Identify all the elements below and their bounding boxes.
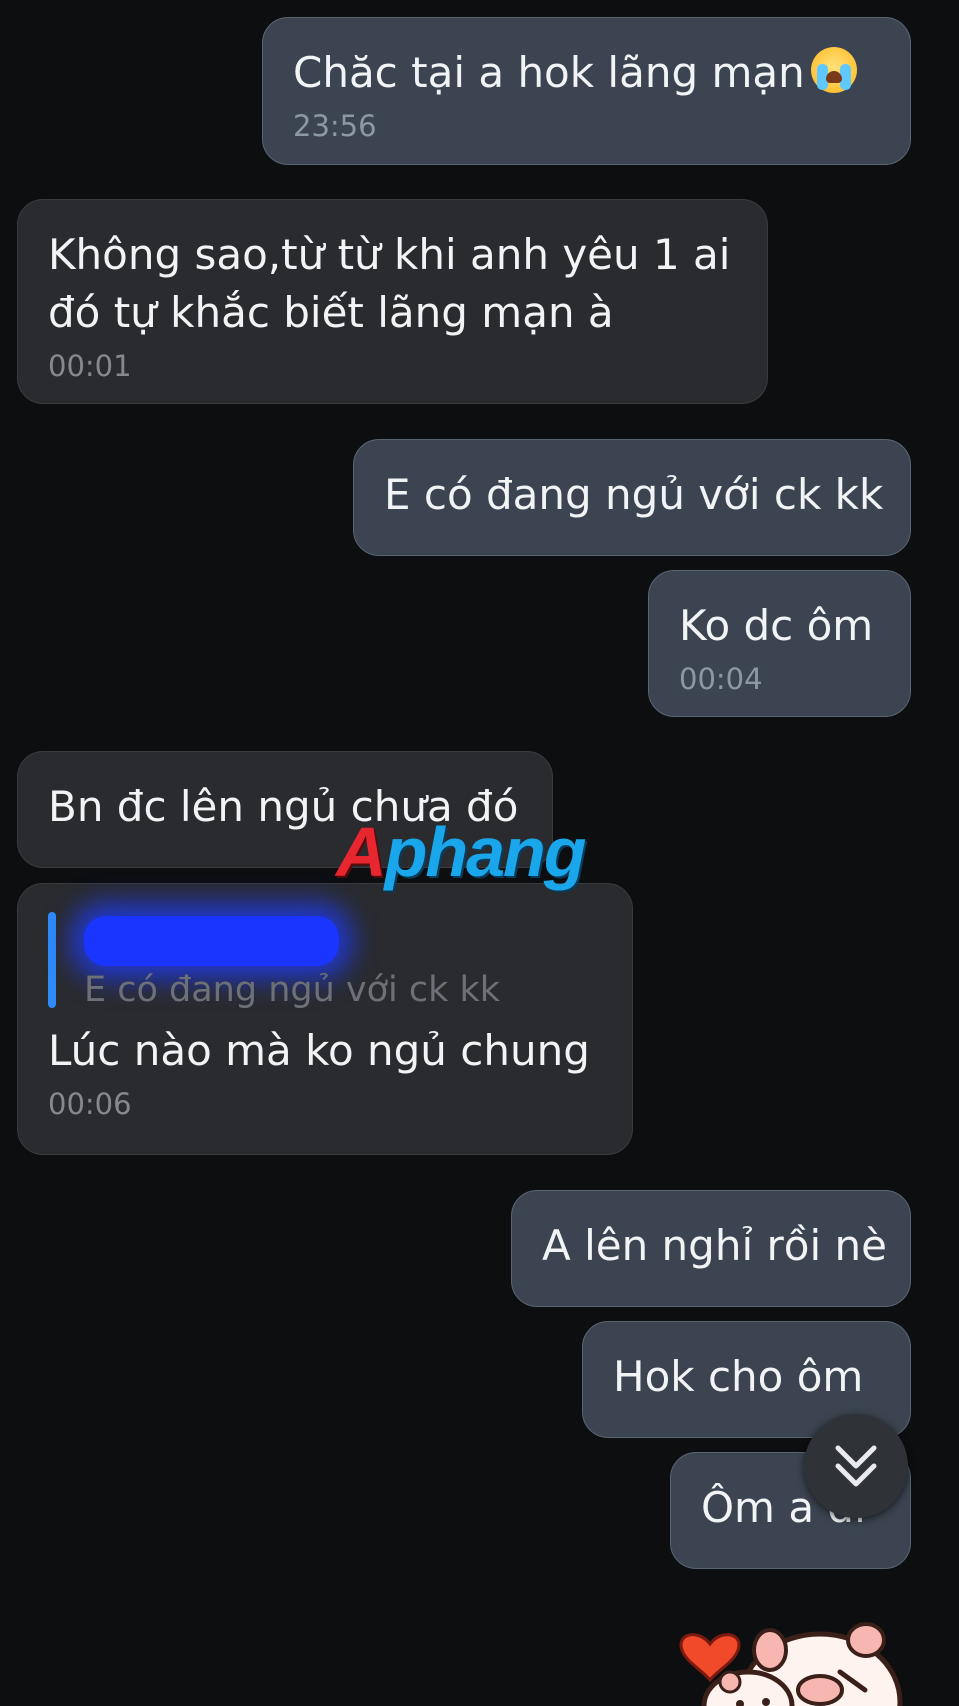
message-time: 00:01 bbox=[48, 349, 132, 383]
message-time: 00:06 bbox=[48, 1087, 132, 1121]
message-time: 00:04 bbox=[679, 662, 763, 696]
message-text: A lên nghỉ rồi nè bbox=[542, 1221, 887, 1270]
reply-quote[interactable]: E có đang ngủ với ck kk bbox=[48, 910, 602, 1010]
message-bubble-outgoing[interactable]: E có đang ngủ với ck kk bbox=[353, 439, 911, 556]
message-text: Ko dc ôm bbox=[679, 601, 874, 650]
double-chevron-down-icon bbox=[835, 1445, 877, 1487]
message-text: E có đang ngủ với ck kk bbox=[384, 470, 884, 519]
message-text: Lúc nào mà ko ngủ chung bbox=[48, 1026, 590, 1075]
message-bubble-incoming-reply[interactable]: E có đang ngủ với ck kk Lúc nào mà ko ng… bbox=[17, 883, 633, 1155]
pig-sticker-icon bbox=[679, 1622, 903, 1706]
message-text: Không sao,từ từ khi anh yêu 1 ai đó tự k… bbox=[48, 230, 731, 337]
watermark-logo: Aphang bbox=[336, 813, 587, 891]
message-time: 23:56 bbox=[293, 109, 377, 143]
message-bubble-incoming[interactable]: Không sao,từ từ khi anh yêu 1 ai đó tự k… bbox=[17, 199, 768, 404]
crying-face-emoji-icon bbox=[810, 47, 857, 93]
scroll-to-bottom-button[interactable] bbox=[804, 1414, 908, 1518]
message-bubble-outgoing[interactable]: A lên nghỉ rồi nè bbox=[511, 1190, 911, 1307]
message-text: Chăc tại a hok lãng mạn bbox=[293, 44, 880, 102]
message-bubble-outgoing[interactable]: Chăc tại a hok lãng mạn 23:56 bbox=[262, 17, 911, 165]
reply-quote-bar bbox=[48, 912, 56, 1008]
message-bubble-outgoing[interactable]: Ko dc ôm 00:04 bbox=[648, 570, 911, 717]
message-text: Hok cho ôm bbox=[613, 1352, 864, 1401]
redacted-sender-name bbox=[84, 916, 339, 966]
reply-quote-text: E có đang ngủ với ck kk bbox=[84, 970, 501, 1010]
